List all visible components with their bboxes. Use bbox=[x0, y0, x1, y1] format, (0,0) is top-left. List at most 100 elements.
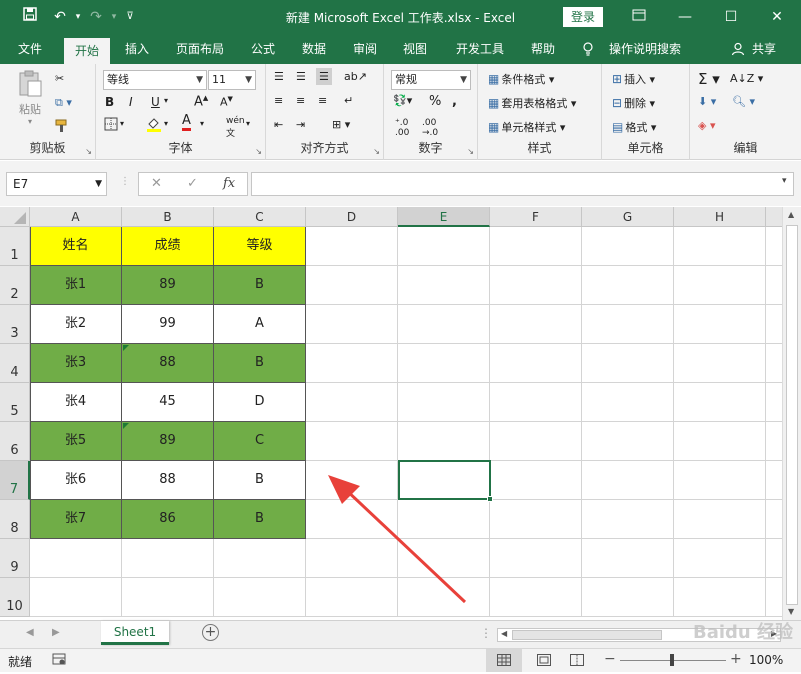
column-header-b[interactable]: B bbox=[122, 207, 214, 227]
tab-file[interactable]: 文件 bbox=[10, 34, 50, 64]
cell-h7[interactable] bbox=[674, 461, 766, 500]
autosum-icon[interactable]: Σ ▾ bbox=[698, 70, 720, 88]
sort-filter-icon[interactable]: A↓Z ▾ bbox=[730, 72, 763, 85]
bottom-align-icon[interactable]: ☰ bbox=[316, 68, 332, 85]
middle-align-icon[interactable]: ☰ bbox=[296, 70, 306, 83]
column-header-a[interactable]: A bbox=[30, 207, 122, 227]
cell-c2[interactable]: B bbox=[214, 266, 306, 305]
macro-record-icon[interactable] bbox=[52, 652, 66, 669]
tab-help[interactable]: 帮助 bbox=[524, 34, 562, 64]
cell-b10[interactable] bbox=[122, 578, 214, 617]
tab-insert[interactable]: 插入 bbox=[118, 34, 156, 64]
cell-a6[interactable]: 张5 bbox=[30, 422, 122, 461]
tab-data[interactable]: 数据 bbox=[295, 34, 333, 64]
tab-view[interactable]: 视图 bbox=[396, 34, 434, 64]
cell-b2[interactable]: 89 bbox=[122, 266, 214, 305]
add-sheet-button[interactable]: + bbox=[202, 624, 219, 641]
cell-styles-button[interactable]: ▦ 单元格样式 ▾ bbox=[488, 119, 565, 135]
increase-font-icon[interactable]: A▲ bbox=[194, 94, 208, 109]
wrap-text-icon[interactable]: ↵ bbox=[344, 94, 353, 107]
zoom-level[interactable]: 100% bbox=[749, 653, 783, 667]
row-header-8[interactable]: 8 bbox=[0, 500, 30, 539]
cell-f5[interactable] bbox=[490, 383, 582, 422]
alignment-launcher-icon[interactable]: ↘ bbox=[373, 147, 380, 156]
zoom-slider-thumb[interactable] bbox=[670, 654, 674, 666]
row-header-6[interactable]: 6 bbox=[0, 422, 30, 461]
cell-i1[interactable] bbox=[766, 227, 782, 266]
cell-g3[interactable] bbox=[582, 305, 674, 344]
cell-f7[interactable] bbox=[490, 461, 582, 500]
column-header-f[interactable]: F bbox=[490, 207, 582, 227]
insert-function-button[interactable]: fx bbox=[223, 173, 235, 195]
row-header-7[interactable]: 7 bbox=[0, 461, 30, 500]
fill-icon[interactable]: ⬇ ▾ bbox=[698, 95, 716, 108]
row-header-2[interactable]: 2 bbox=[0, 266, 30, 305]
cell-i3[interactable] bbox=[766, 305, 782, 344]
insert-cells-button[interactable]: ⊞ 插入 ▾ bbox=[612, 71, 655, 87]
merge-center-icon[interactable]: ⊞ ▾ bbox=[332, 118, 350, 131]
cell-f10[interactable] bbox=[490, 578, 582, 617]
cell-g6[interactable] bbox=[582, 422, 674, 461]
cell-f8[interactable] bbox=[490, 500, 582, 539]
cell-h2[interactable] bbox=[674, 266, 766, 305]
cell-f6[interactable] bbox=[490, 422, 582, 461]
cell-i6[interactable] bbox=[766, 422, 782, 461]
font-color-dropdown-icon[interactable]: ▾ bbox=[200, 119, 204, 128]
cell-h5[interactable] bbox=[674, 383, 766, 422]
cell-b4[interactable]: 88 bbox=[122, 344, 214, 383]
cell-f2[interactable] bbox=[490, 266, 582, 305]
delete-cells-button[interactable]: ⊟ 删除 ▾ bbox=[612, 95, 655, 111]
cell-h6[interactable] bbox=[674, 422, 766, 461]
font-size-select[interactable]: 11 ▼ bbox=[208, 70, 256, 90]
cell-a10[interactable] bbox=[30, 578, 122, 617]
cell-c4[interactable]: B bbox=[214, 344, 306, 383]
top-align-icon[interactable]: ☰ bbox=[274, 70, 284, 83]
cell-e4[interactable] bbox=[398, 344, 490, 383]
cell-g7[interactable] bbox=[582, 461, 674, 500]
name-box[interactable]: E7 ▼ bbox=[6, 172, 107, 196]
cell-h10[interactable] bbox=[674, 578, 766, 617]
close-icon[interactable]: ✕ bbox=[762, 5, 792, 29]
cell-g4[interactable] bbox=[582, 344, 674, 383]
font-color-icon[interactable]: A bbox=[182, 114, 191, 131]
column-header-i[interactable] bbox=[766, 207, 782, 227]
tab-split-icon[interactable]: ⋮ bbox=[480, 626, 492, 640]
cell-d3[interactable] bbox=[306, 305, 398, 344]
cell-c1[interactable]: 等级 bbox=[214, 227, 306, 266]
phonetic-dropdown-icon[interactable]: ▾ bbox=[246, 119, 250, 128]
cut-icon[interactable]: ✂ bbox=[55, 72, 64, 85]
error-indicator-icon[interactable] bbox=[123, 423, 129, 429]
page-break-view-icon[interactable] bbox=[570, 654, 584, 669]
cell-c6[interactable]: C bbox=[214, 422, 306, 461]
tab-developer[interactable]: 开发工具 bbox=[448, 34, 512, 64]
login-button[interactable]: 登录 bbox=[563, 7, 603, 27]
cell-b1[interactable]: 成绩 bbox=[122, 227, 214, 266]
tab-page-layout[interactable]: 页面布局 bbox=[168, 34, 232, 64]
cell-d2[interactable] bbox=[306, 266, 398, 305]
cell-a2[interactable]: 张1 bbox=[30, 266, 122, 305]
decrease-indent-icon[interactable]: ⇤ bbox=[274, 118, 283, 131]
number-launcher-icon[interactable]: ↘ bbox=[467, 147, 474, 156]
paste-button[interactable]: 粘贴 ▾ bbox=[12, 70, 48, 126]
tab-review[interactable]: 审阅 bbox=[346, 34, 384, 64]
fill-color-icon[interactable] bbox=[146, 116, 162, 135]
sheet-tab-sheet1[interactable]: Sheet1 bbox=[101, 621, 169, 645]
cell-b9[interactable] bbox=[122, 539, 214, 578]
maximize-icon[interactable]: ☐ bbox=[716, 5, 746, 29]
cell-c7[interactable]: B bbox=[214, 461, 306, 500]
cell-g1[interactable] bbox=[582, 227, 674, 266]
next-sheet-icon[interactable]: ▶ bbox=[52, 627, 60, 638]
cell-g9[interactable] bbox=[582, 539, 674, 578]
cell-i8[interactable] bbox=[766, 500, 782, 539]
cell-b3[interactable]: 99 bbox=[122, 305, 214, 344]
format-painter-icon[interactable] bbox=[55, 119, 69, 136]
phonetic-icon[interactable]: wén 文 bbox=[226, 116, 245, 139]
number-format-select[interactable]: 常规 ▼ bbox=[391, 70, 471, 90]
column-header-h[interactable]: H bbox=[674, 207, 766, 227]
formula-input[interactable] bbox=[251, 172, 794, 196]
zoom-in-icon[interactable]: + bbox=[730, 651, 742, 667]
column-header-c[interactable]: C bbox=[214, 207, 306, 227]
cell-a7[interactable]: 张6 bbox=[30, 461, 122, 500]
cell-f3[interactable] bbox=[490, 305, 582, 344]
row-header-3[interactable]: 3 bbox=[0, 305, 30, 344]
